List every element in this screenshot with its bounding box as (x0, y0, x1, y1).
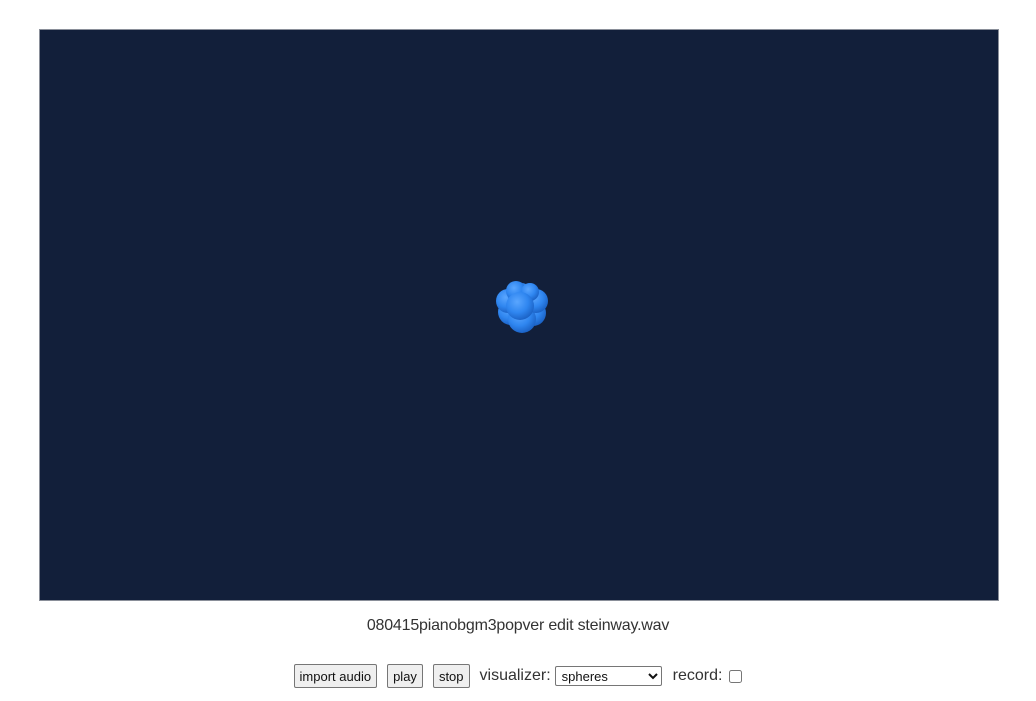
controls-bar: import audio play stop visualizer: spher… (0, 664, 1036, 688)
visualizer-label: visualizer: (479, 667, 551, 684)
record-checkbox[interactable] (729, 669, 743, 683)
import-audio-button[interactable]: import audio (293, 664, 378, 688)
record-label: record: (672, 667, 723, 684)
track-filename: 080415pianobgm3popver edit steinway.wav (366, 617, 670, 634)
sphere (506, 292, 534, 320)
stop-button[interactable]: stop (432, 664, 470, 688)
visualizer-select[interactable]: spheres (554, 666, 662, 686)
visualizer-select-wrapper: spheres (554, 666, 662, 686)
play-button[interactable]: play (387, 664, 423, 688)
visualizer-canvas[interactable] (39, 29, 999, 601)
spheres-visualization (496, 281, 548, 333)
sphere-cluster (496, 281, 548, 333)
